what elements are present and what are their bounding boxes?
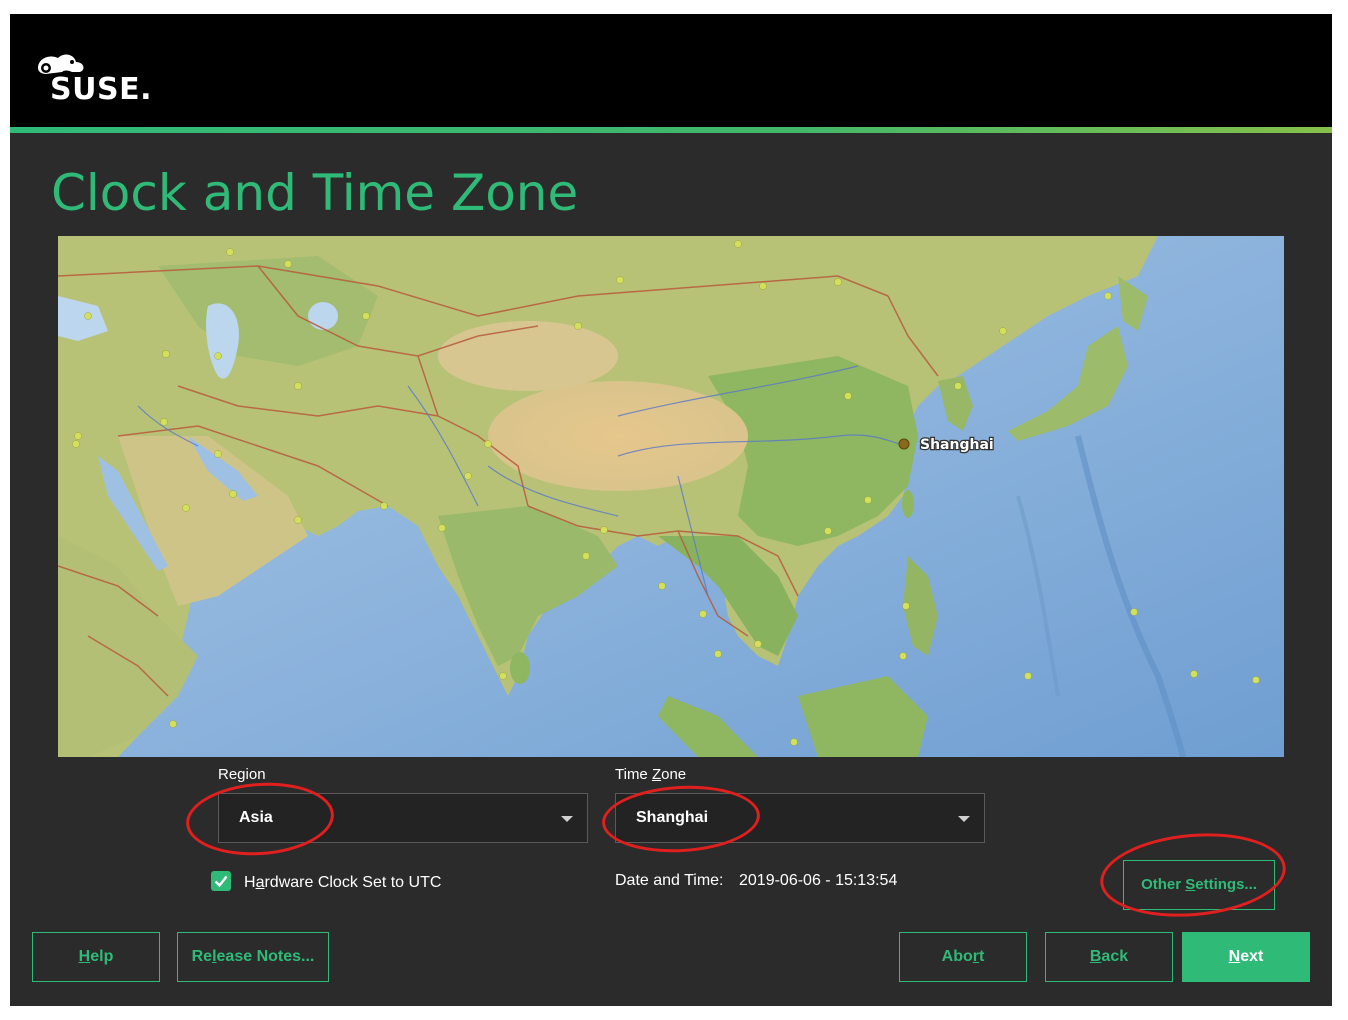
back-button[interactable]: Back xyxy=(1045,932,1173,982)
selected-city-marker xyxy=(898,438,910,450)
next-button[interactable]: Next xyxy=(1182,932,1310,982)
hardware-clock-utc-checkbox[interactable] xyxy=(211,871,231,891)
chevron-down-icon xyxy=(561,816,573,822)
date-time-label: Date and Time: xyxy=(615,872,724,889)
header-accent-line xyxy=(10,127,1332,133)
date-time-value: 2019-06-06 - 15:13:54 xyxy=(739,872,898,889)
selected-city-label: Shanghai xyxy=(920,437,994,453)
help-button[interactable]: Help xyxy=(32,932,160,982)
suse-wordmark: SUSE. xyxy=(50,72,152,107)
page-title: Clock and Time Zone xyxy=(51,164,579,222)
header-bar: SUSE. xyxy=(10,14,1332,127)
release-notes-button[interactable]: Release Notes... xyxy=(177,932,329,982)
checkmark-icon xyxy=(214,875,228,888)
abort-button[interactable]: Abort xyxy=(899,932,1027,982)
timezone-label: Time Zone xyxy=(615,766,687,783)
region-label: Region xyxy=(218,766,266,783)
chevron-down-icon xyxy=(958,816,970,822)
timezone-map[interactable]: Shanghai xyxy=(58,236,1284,757)
hardware-clock-utc-label[interactable]: Hardware Clock Set to UTC xyxy=(244,874,441,892)
